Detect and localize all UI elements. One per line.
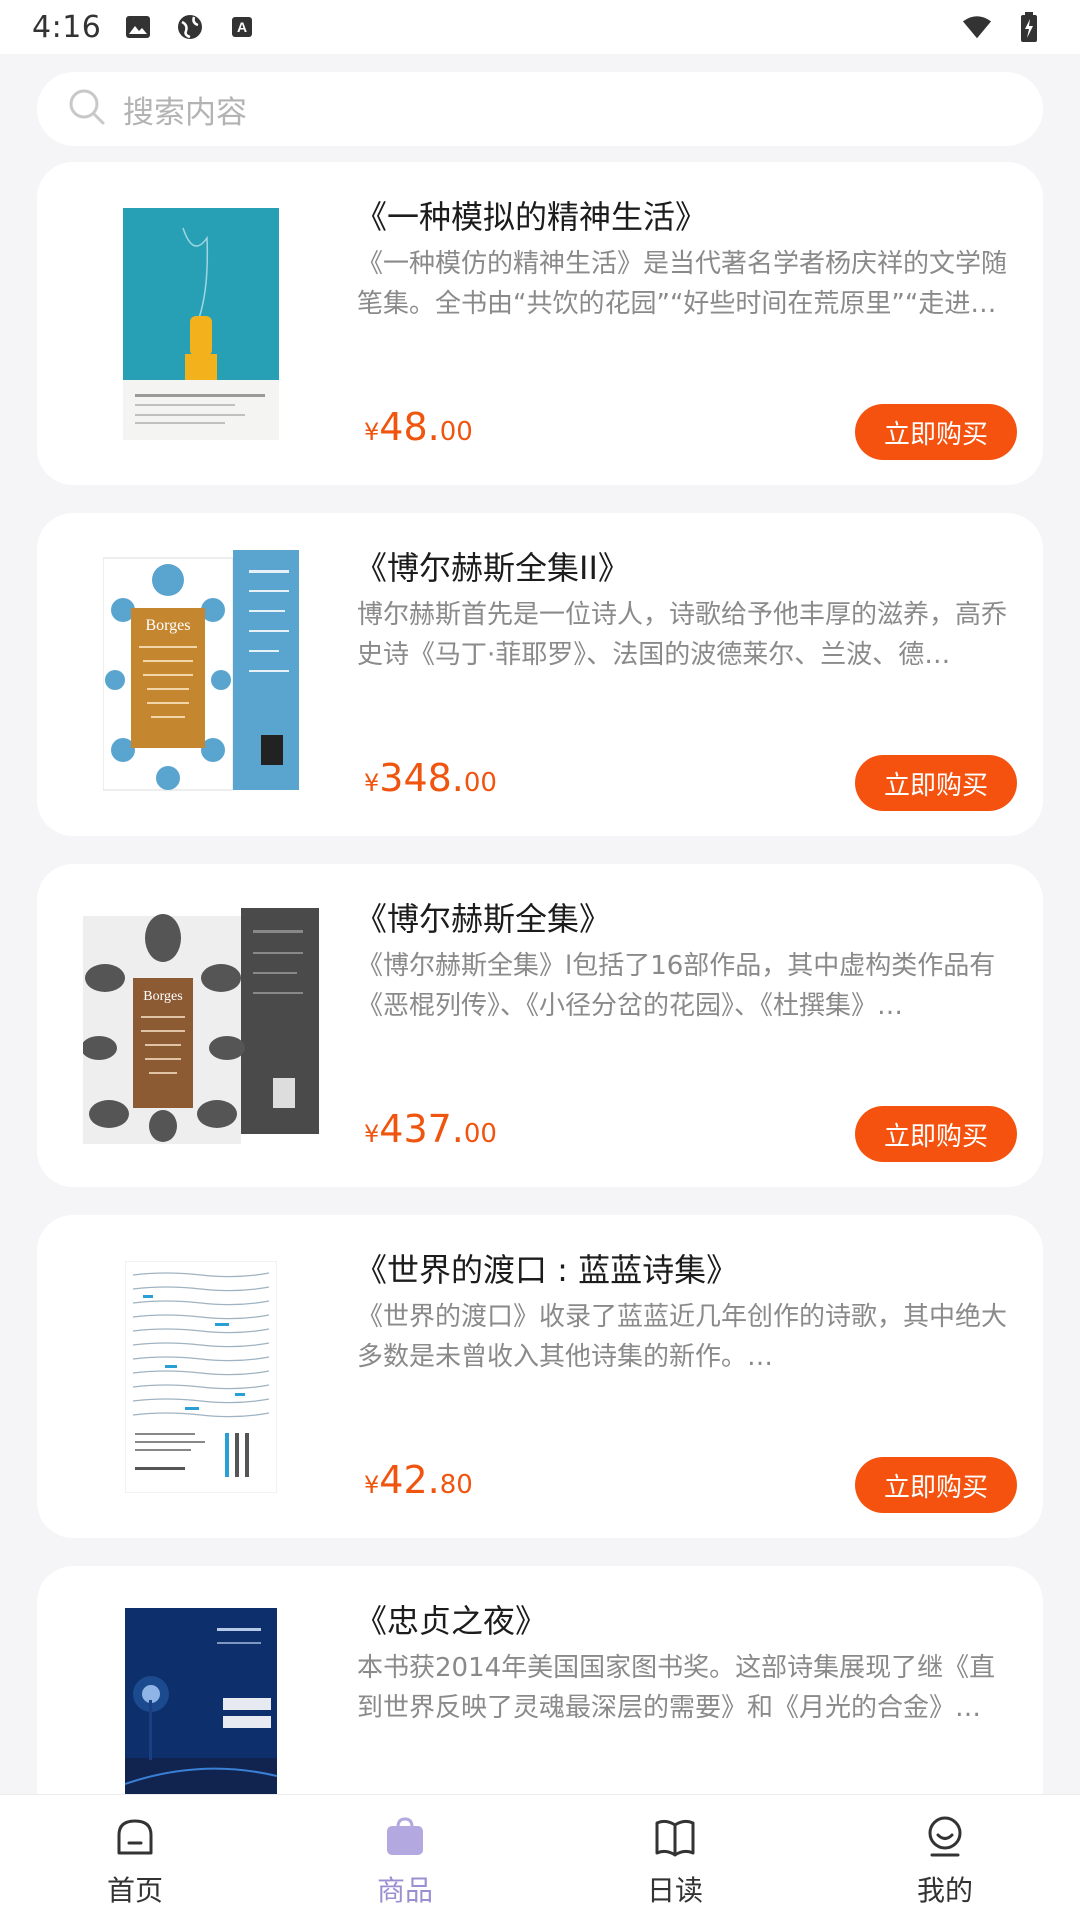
bottom-tab-bar: 首页 商品 日读 我的 — [0, 1794, 1080, 1920]
product-title[interactable]: 《一种模拟的精神生活》 — [355, 192, 1017, 238]
search-bar: 搜索内容 — [37, 72, 1043, 146]
globe-icon — [175, 12, 205, 42]
svg-text:Borges: Borges — [145, 617, 190, 634]
wifi-icon — [962, 12, 992, 42]
tab-label: 日读 — [646, 1874, 703, 1907]
product-description: 《一种模仿的精神生活》是当代著名学者杨庆祥的文学随笔集。全书由“共饮的花园”“好… — [357, 249, 1008, 319]
product-title[interactable]: 《博尔赫斯全集》 — [355, 894, 1017, 940]
product-price: ¥48.00 — [364, 405, 473, 449]
book-cover-image — [79, 1247, 323, 1507]
price-currency: ¥ — [364, 1120, 380, 1148]
product-card[interactable]: Borges 《博尔赫斯全集》 《博尔赫斯全集》l包括了16部作品，其中虚构类作… — [37, 864, 1043, 1187]
buy-now-button[interactable]: 立即购买 — [855, 755, 1017, 811]
product-card[interactable]: 《一种模拟的精神生活》 《一种模仿的精神生活》是当代著名学者杨庆祥的文学随笔集。… — [37, 162, 1043, 485]
product-description: 博尔赫斯首先是一位诗人，诗歌给予他丰厚的滋养，高乔史诗《马丁·菲耶罗》、法国的波… — [357, 600, 1008, 670]
price-currency: ¥ — [364, 1471, 380, 1499]
tab-label: 首页 — [106, 1874, 163, 1907]
price-integer: 48. — [379, 405, 440, 449]
product-price: ¥42.80 — [364, 1458, 473, 1502]
product-title[interactable]: 《博尔赫斯全集II》 — [355, 543, 1017, 589]
price-integer: 348. — [379, 756, 464, 800]
tab-label: 我的 — [916, 1874, 973, 1907]
buy-now-button[interactable]: 立即购买 — [855, 1106, 1017, 1162]
price-decimal: 00 — [463, 768, 497, 798]
book-cover-image: Borges — [79, 545, 323, 805]
tab-products[interactable]: 商品 — [270, 1795, 540, 1920]
product-description: 《博尔赫斯全集》l包括了16部作品，其中虚构类作品有《恶棍列传》、《小径分岔的花… — [357, 951, 996, 1021]
tab-home[interactable]: 首页 — [0, 1795, 270, 1920]
book-cover-image — [79, 194, 323, 454]
tab-profile[interactable]: 我的 — [810, 1795, 1080, 1920]
gallery-icon — [123, 12, 153, 42]
battery-charging-icon — [1014, 12, 1044, 42]
book-cover-image: Borges — [79, 896, 323, 1156]
product-description: 本书获2014年美国国家图书奖。这部诗集展现了继《直到世界反映了灵魂最深层的需要… — [357, 1653, 996, 1723]
search-icon — [67, 87, 107, 131]
status-bar: 4:16 A — [0, 0, 1080, 54]
product-list: 《一种模拟的精神生活》 《一种模仿的精神生活》是当代著名学者杨庆祥的文学随笔集。… — [37, 162, 1043, 1917]
product-price: ¥437.00 — [364, 1107, 497, 1151]
svg-text:A: A — [237, 19, 247, 35]
price-integer: 437. — [379, 1107, 464, 1151]
price-decimal: 80 — [439, 1470, 473, 1500]
product-card[interactable]: 《世界的渡口 : 蓝蓝诗集》 《世界的渡口》收录了蓝蓝近几年创作的诗歌，其中绝大… — [37, 1215, 1043, 1538]
search-input[interactable]: 搜索内容 — [37, 72, 1043, 146]
price-decimal: 00 — [439, 417, 473, 447]
price-currency: ¥ — [364, 769, 380, 797]
tab-daily-read[interactable]: 日读 — [540, 1795, 810, 1920]
product-title[interactable]: 《忠贞之夜》 — [355, 1596, 1017, 1642]
tab-label: 商品 — [376, 1874, 433, 1907]
keyboard-a-icon: A — [227, 12, 257, 42]
price-currency: ¥ — [364, 418, 380, 446]
bag-icon — [381, 1813, 429, 1861]
book-icon — [651, 1813, 699, 1861]
product-price: ¥348.00 — [364, 756, 497, 800]
profile-icon — [921, 1813, 969, 1861]
product-description: 《世界的渡口》收录了蓝蓝近几年创作的诗歌，其中绝大多数是未曾收入其他诗集的新作。… — [357, 1302, 1008, 1372]
svg-text:Borges: Borges — [143, 989, 182, 1004]
price-integer: 42. — [379, 1458, 440, 1502]
price-decimal: 00 — [463, 1119, 497, 1149]
status-time: 4:16 — [32, 9, 102, 45]
search-placeholder: 搜索内容 — [123, 94, 247, 131]
home-icon — [111, 1813, 159, 1861]
buy-now-button[interactable]: 立即购买 — [855, 404, 1017, 460]
product-card[interactable]: Borges 《博尔赫斯全集II》 博尔赫斯首先是一位诗人，诗歌给予他丰厚的滋养… — [37, 513, 1043, 836]
buy-now-button[interactable]: 立即购买 — [855, 1457, 1017, 1513]
product-title[interactable]: 《世界的渡口 : 蓝蓝诗集》 — [355, 1245, 1017, 1291]
